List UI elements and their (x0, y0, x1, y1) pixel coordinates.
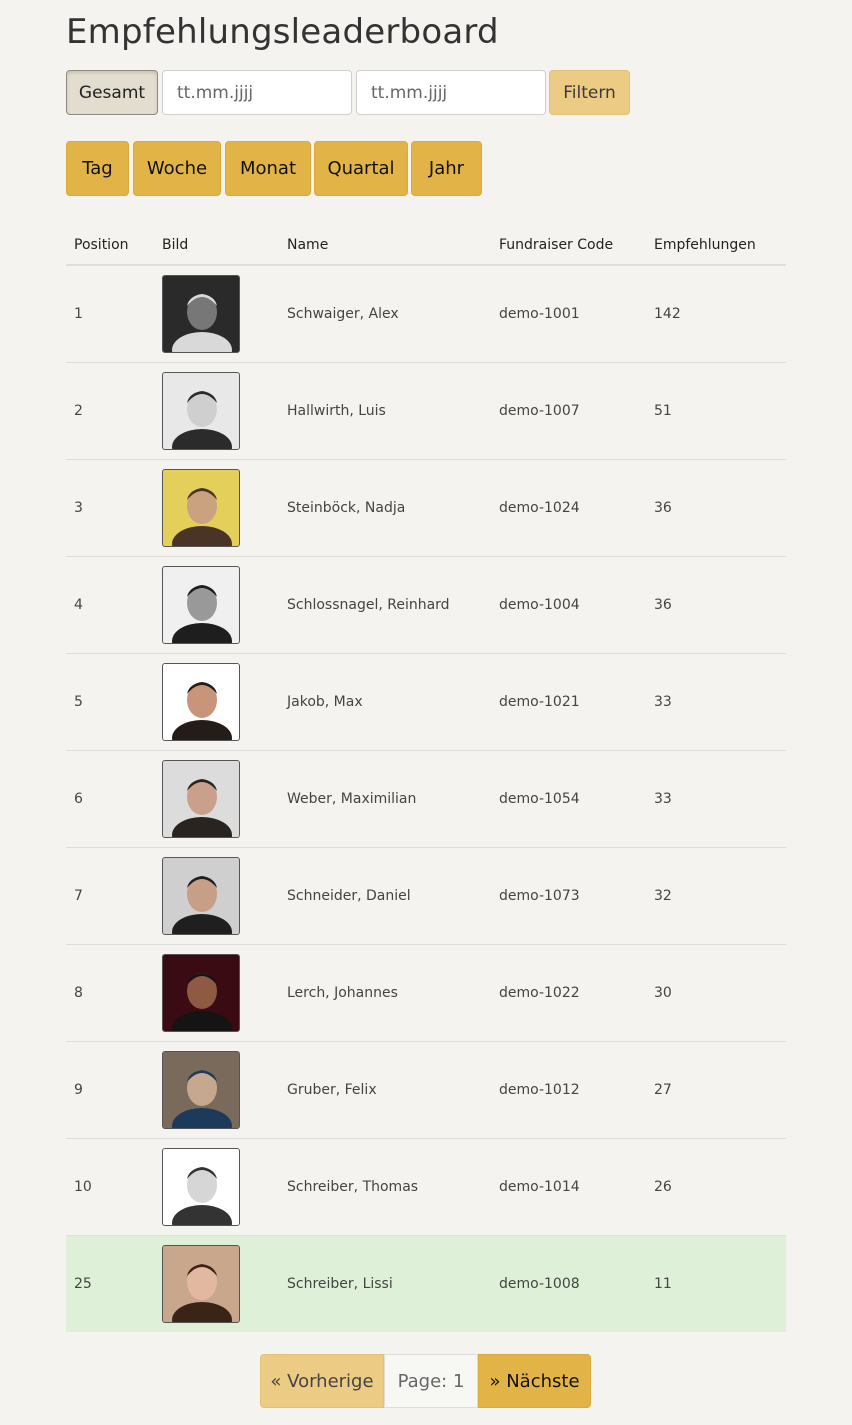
cell-fundraiser-code: demo-1012 (491, 1041, 646, 1139)
cell-position: 25 (66, 1235, 154, 1332)
cell-position: 7 (66, 847, 154, 945)
cell-fundraiser-code: demo-1022 (491, 944, 646, 1042)
cell-empfehlungen: 36 (646, 556, 786, 654)
avatar (162, 857, 240, 935)
cell-position: 10 (66, 1138, 154, 1236)
cell-fundraiser-code: demo-1024 (491, 459, 646, 557)
cell-fundraiser-code: demo-1008 (491, 1235, 646, 1332)
period-jahr-button[interactable]: Jahr (411, 141, 482, 196)
avatar (162, 954, 240, 1032)
avatar (162, 1051, 240, 1129)
cell-empfehlungen: 30 (646, 944, 786, 1042)
period-tag-button[interactable]: Tag (66, 141, 129, 196)
cell-name: Hallwirth, Luis (279, 362, 491, 460)
cell-position: 8 (66, 944, 154, 1042)
date-to-input[interactable] (356, 70, 546, 115)
avatar (162, 663, 240, 741)
cell-fundraiser-code: demo-1073 (491, 847, 646, 945)
cell-bild (154, 265, 279, 363)
table-row: 10 Schreiber, Thomas demo-1014 26 (66, 1138, 786, 1236)
cell-name: Weber, Maximilian (279, 750, 491, 848)
cell-name: Schlossnagel, Reinhard (279, 556, 491, 654)
cell-bild (154, 362, 279, 460)
cell-position: 6 (66, 750, 154, 848)
table-row: 9 Gruber, Felix demo-1012 27 (66, 1041, 786, 1139)
cell-position: 5 (66, 653, 154, 751)
cell-bild (154, 944, 279, 1042)
date-filter-bar: Gesamt Filtern (66, 70, 786, 116)
cell-empfehlungen: 51 (646, 362, 786, 460)
table-row: 4 Schlossnagel, Reinhard demo-1004 36 (66, 556, 786, 654)
header-fundraiser-code: Fundraiser Code (491, 226, 646, 266)
table-row: 2 Hallwirth, Luis demo-1007 51 (66, 362, 786, 460)
cell-bild (154, 556, 279, 654)
cell-bild (154, 653, 279, 751)
cell-name: Schreiber, Thomas (279, 1138, 491, 1236)
table-row: 25 Schreiber, Lissi demo-1008 11 (66, 1235, 786, 1332)
cell-fundraiser-code: demo-1007 (491, 362, 646, 460)
cell-empfehlungen: 33 (646, 750, 786, 848)
table-row: 8 Lerch, Johannes demo-1022 30 (66, 944, 786, 1042)
cell-empfehlungen: 27 (646, 1041, 786, 1139)
cell-empfehlungen: 142 (646, 265, 786, 363)
filter-button[interactable]: Filtern (549, 70, 630, 115)
next-page-button[interactable]: » Nächste (478, 1354, 591, 1408)
page-indicator: Page: 1 (384, 1354, 478, 1408)
cell-name: Steinböck, Nadja (279, 459, 491, 557)
cell-bild (154, 1041, 279, 1139)
cell-name: Schneider, Daniel (279, 847, 491, 945)
avatar (162, 760, 240, 838)
table-row: 5 Jakob, Max demo-1021 33 (66, 653, 786, 751)
header-name: Name (279, 226, 491, 266)
cell-fundraiser-code: demo-1001 (491, 265, 646, 363)
table-row: 1 Schwaiger, Alex demo-1001 142 (66, 265, 786, 363)
cell-empfehlungen: 26 (646, 1138, 786, 1236)
pagination: « Vorherige Page: 1 » Nächste (260, 1354, 591, 1408)
cell-empfehlungen: 32 (646, 847, 786, 945)
table-header-row: Position Bild Name Fundraiser Code Empfe… (66, 226, 786, 266)
cell-bild (154, 1138, 279, 1236)
avatar (162, 275, 240, 353)
prev-page-button[interactable]: « Vorherige (260, 1354, 384, 1408)
header-position: Position (66, 226, 154, 266)
header-empfehlungen: Empfehlungen (646, 226, 786, 266)
cell-empfehlungen: 11 (646, 1235, 786, 1332)
cell-bild (154, 750, 279, 848)
period-woche-button[interactable]: Woche (133, 141, 221, 196)
cell-empfehlungen: 33 (646, 653, 786, 751)
date-from-input[interactable] (162, 70, 352, 115)
cell-empfehlungen: 36 (646, 459, 786, 557)
avatar (162, 372, 240, 450)
cell-name: Jakob, Max (279, 653, 491, 751)
period-monat-button[interactable]: Monat (225, 141, 311, 196)
table-row: 7 Schneider, Daniel demo-1073 32 (66, 847, 786, 945)
table-row: 6 Weber, Maximilian demo-1054 33 (66, 750, 786, 848)
cell-bild (154, 459, 279, 557)
cell-name: Schwaiger, Alex (279, 265, 491, 363)
cell-fundraiser-code: demo-1054 (491, 750, 646, 848)
cell-name: Schreiber, Lissi (279, 1235, 491, 1332)
cell-fundraiser-code: demo-1004 (491, 556, 646, 654)
gesamt-button[interactable]: Gesamt (66, 70, 158, 115)
cell-bild (154, 1235, 279, 1332)
cell-name: Gruber, Felix (279, 1041, 491, 1139)
cell-position: 4 (66, 556, 154, 654)
avatar (162, 566, 240, 644)
avatar (162, 469, 240, 547)
cell-position: 9 (66, 1041, 154, 1139)
cell-position: 1 (66, 265, 154, 363)
cell-fundraiser-code: demo-1021 (491, 653, 646, 751)
cell-name: Lerch, Johannes (279, 944, 491, 1042)
cell-fundraiser-code: demo-1014 (491, 1138, 646, 1236)
table-row: 3 Steinböck, Nadja demo-1024 36 (66, 459, 786, 557)
page-title: Empfehlungsleaderboard (66, 12, 499, 52)
period-quartal-button[interactable]: Quartal (314, 141, 408, 196)
header-bild: Bild (154, 226, 279, 266)
leaderboard-table: Position Bild Name Fundraiser Code Empfe… (66, 226, 786, 1332)
avatar (162, 1245, 240, 1323)
cell-position: 2 (66, 362, 154, 460)
cell-bild (154, 847, 279, 945)
cell-position: 3 (66, 459, 154, 557)
avatar (162, 1148, 240, 1226)
